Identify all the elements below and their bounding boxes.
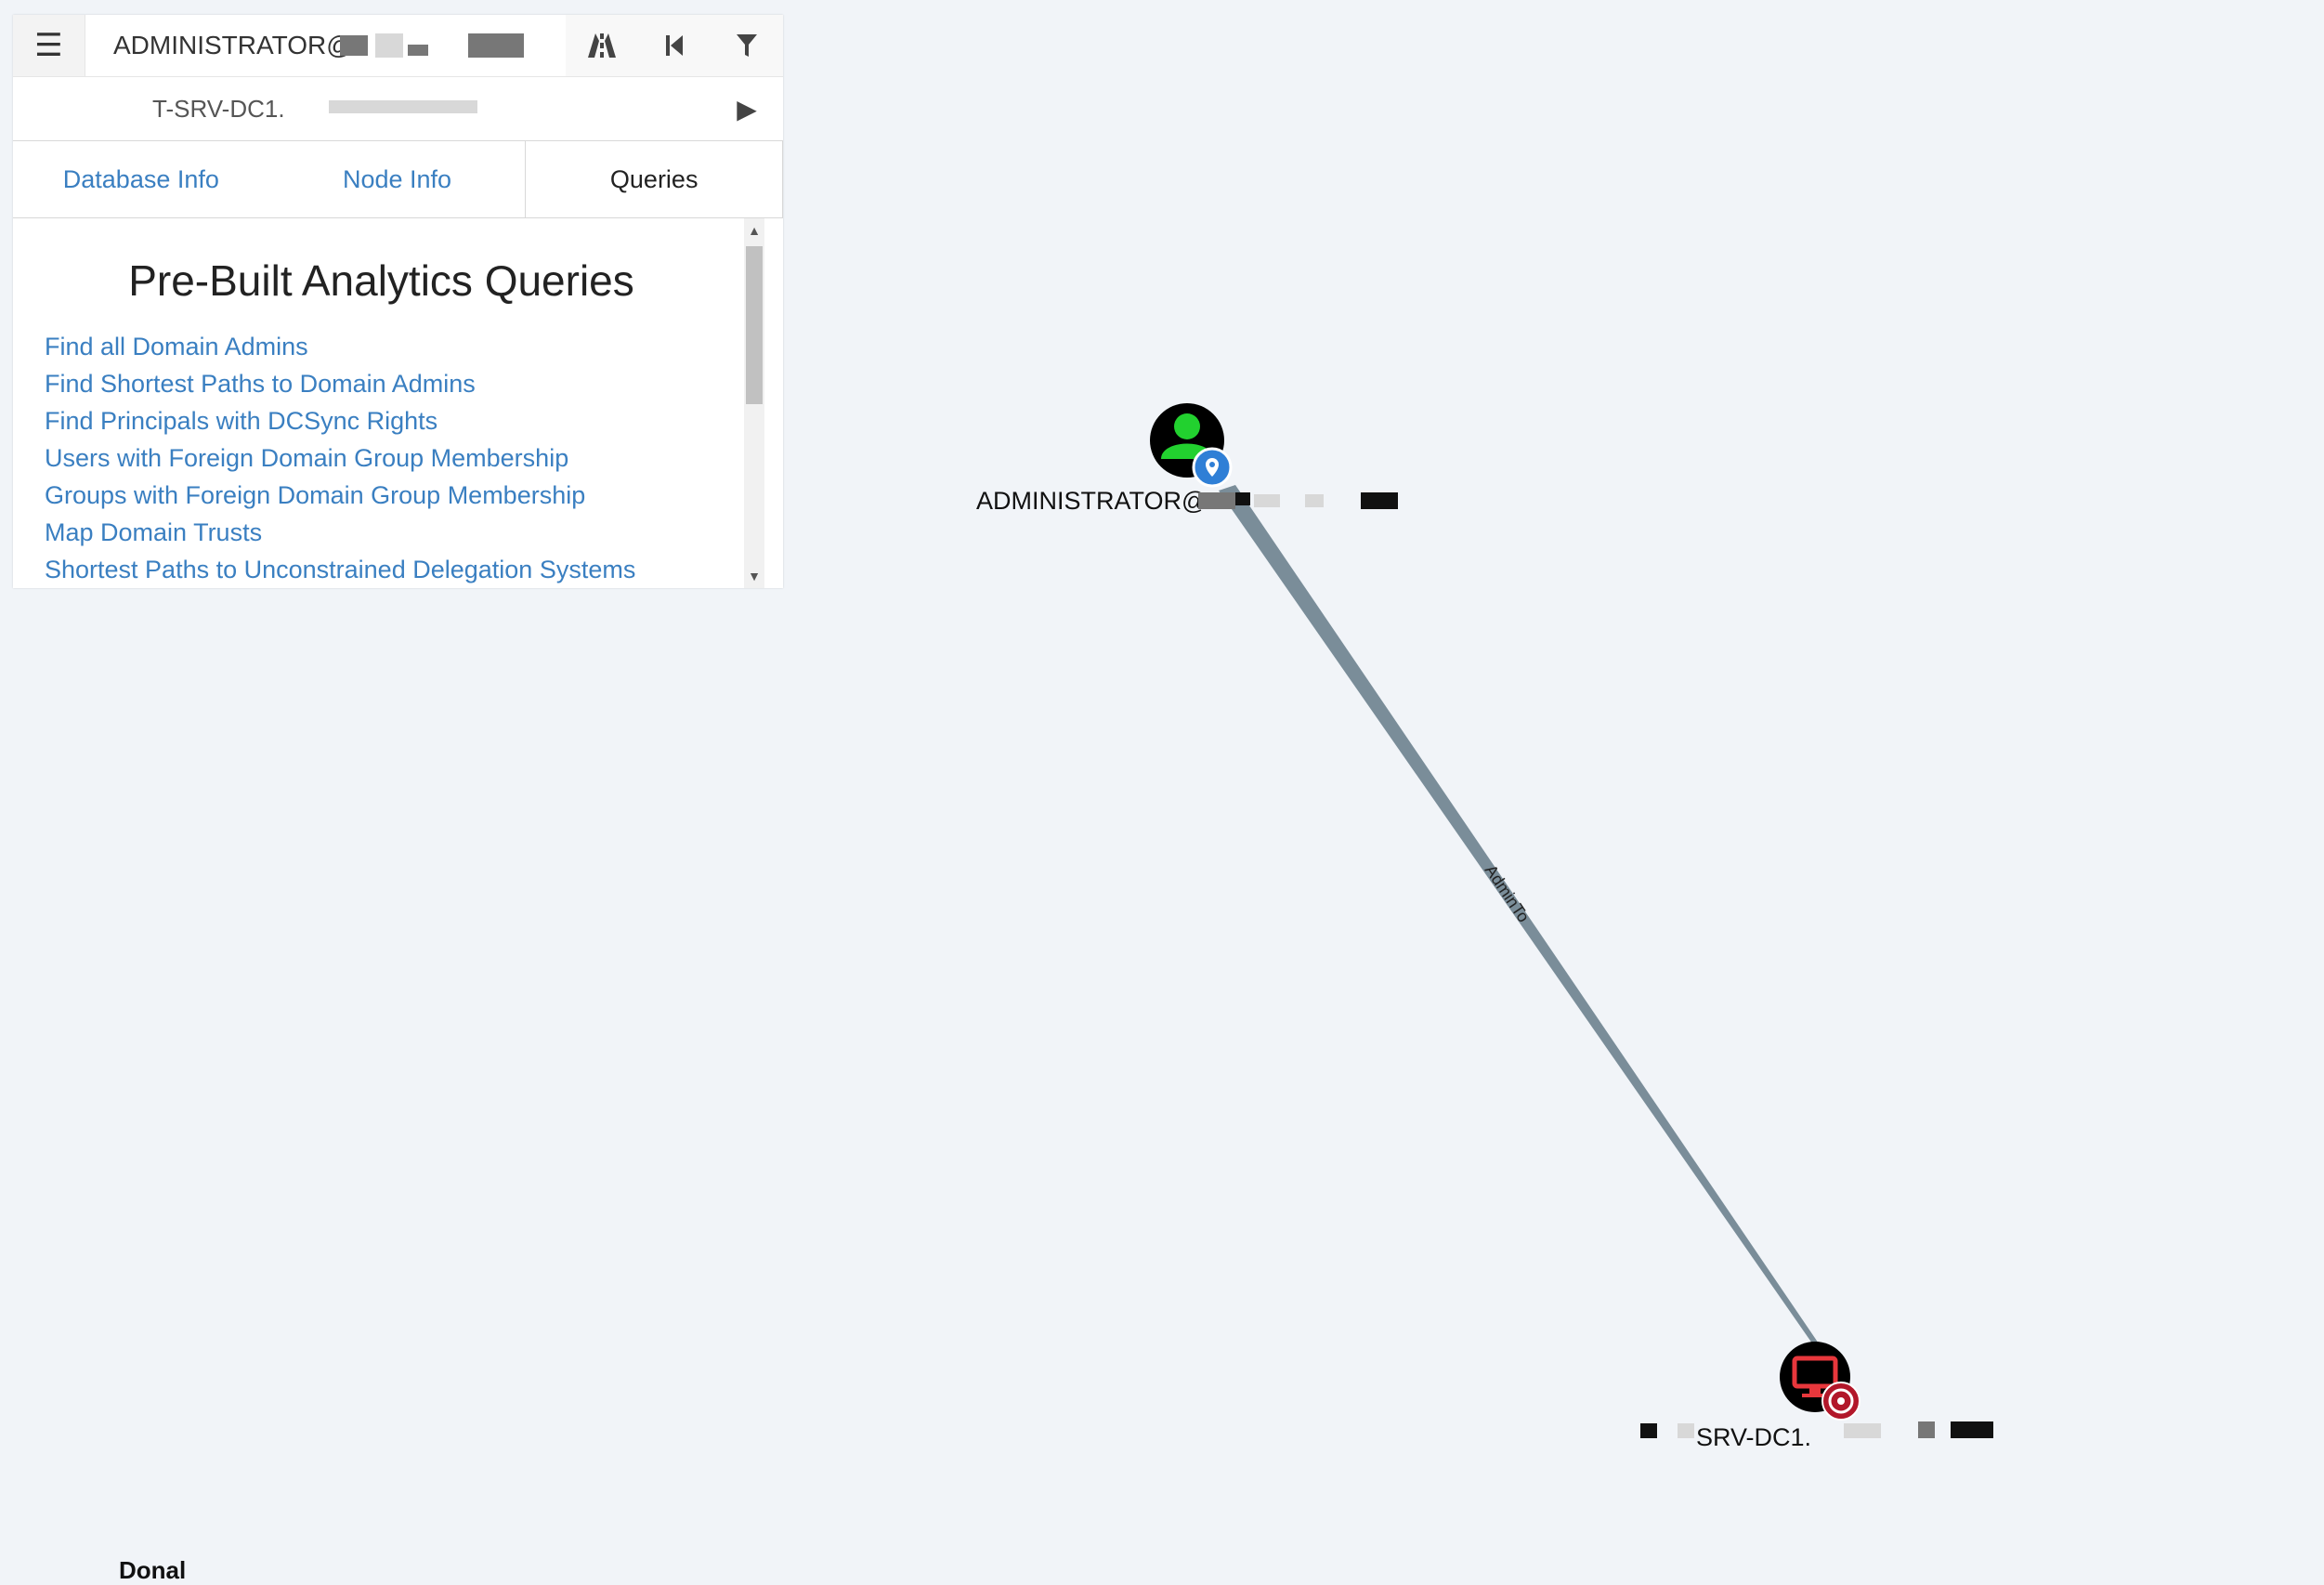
- redaction: [340, 35, 368, 56]
- queries-pane: Pre-Built Analytics Queries Find all Dom…: [13, 218, 783, 588]
- filter-icon[interactable]: [711, 15, 783, 76]
- computer-node-label: SRV-DC1.: [1696, 1423, 1812, 1451]
- pathfinding-icon[interactable]: [566, 15, 638, 76]
- redaction: [468, 33, 524, 58]
- user-node-label: ADMINISTRATOR@: [976, 487, 1208, 515]
- panel-tabs: Database Info Node Info Queries: [13, 141, 784, 218]
- query-item[interactable]: Find Principals with DCSync Rights: [45, 402, 783, 439]
- back-icon[interactable]: [638, 15, 711, 76]
- redaction: [1361, 492, 1398, 509]
- redaction: [329, 100, 477, 113]
- query-item[interactable]: Groups with Foreign Domain Group Members…: [45, 477, 783, 514]
- redaction: [1640, 1423, 1657, 1438]
- query-item[interactable]: Find all Domain Admins: [45, 328, 783, 365]
- redaction: [1844, 1423, 1881, 1438]
- redaction: [1305, 494, 1324, 507]
- queries-title: Pre-Built Analytics Queries: [128, 256, 634, 305]
- tab-node-info[interactable]: Node Info: [268, 141, 526, 217]
- target-node-icon: [1821, 1382, 1861, 1421]
- scroll-thumb[interactable]: [746, 246, 763, 404]
- tab-queries[interactable]: Queries: [525, 141, 784, 217]
- query-list: Find all Domain Admins Find Shortest Pat…: [13, 328, 783, 588]
- redaction: [1951, 1421, 1993, 1438]
- redaction: [375, 33, 403, 58]
- redaction: [1235, 492, 1250, 505]
- query-item[interactable]: Map Domain Trusts: [45, 514, 783, 551]
- tab-database-info[interactable]: Database Info: [13, 141, 269, 217]
- user-node[interactable]: [1150, 403, 1233, 488]
- redaction: [1918, 1421, 1935, 1438]
- query-item[interactable]: Find Shortest Paths to Domain Admins: [45, 365, 783, 402]
- search-panel: ☰ ▶ Database Info Node Info Queries Pre-…: [13, 15, 784, 588]
- play-icon[interactable]: ▶: [711, 77, 783, 140]
- scroll-up-icon[interactable]: ▲: [744, 220, 764, 241]
- bottom-label: Donal: [119, 1556, 187, 1584]
- edge-label-adminto: AdminTo: [1482, 861, 1534, 925]
- start-node-pin-icon: [1192, 447, 1233, 488]
- query-item[interactable]: Users with Foreign Domain Group Membersh…: [45, 439, 783, 477]
- scroll-down-icon[interactable]: ▼: [744, 566, 764, 586]
- queries-scrollbar[interactable]: ▲ ▼: [744, 218, 764, 588]
- redaction: [1678, 1423, 1694, 1438]
- redaction: [408, 45, 428, 56]
- redaction: [1198, 492, 1235, 509]
- redaction: [1254, 494, 1280, 507]
- hamburger-menu-icon[interactable]: ☰: [13, 15, 85, 76]
- computer-node[interactable]: [1780, 1342, 1861, 1421]
- query-item[interactable]: Shortest Paths to Unconstrained Delegati…: [45, 551, 783, 588]
